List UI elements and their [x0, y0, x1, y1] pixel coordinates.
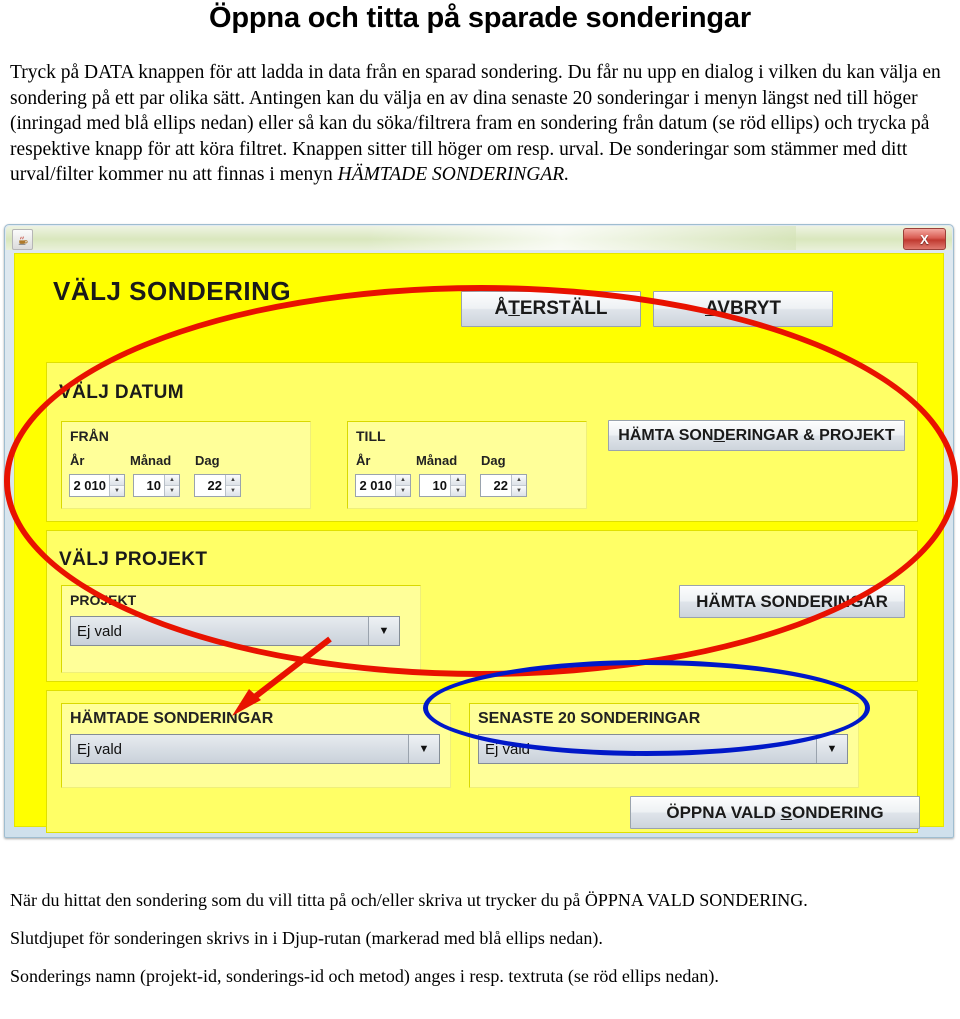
spinner-up-icon[interactable]: ▲	[226, 475, 240, 486]
from-month-spinner[interactable]: 10 ▲ ▼	[133, 474, 180, 497]
to-year-label: År	[356, 453, 371, 468]
to-date-group: TILL År Månad Dag 2 010 ▲ ▼ 10 ▲ ▼ 22 ▲ ▼	[347, 421, 587, 509]
result-section-panel: HÄMTADE SONDERINGAR Ej vald ▼ SENASTE 20…	[46, 690, 920, 833]
from-month-stepper[interactable]: ▲ ▼	[164, 475, 179, 496]
recent-soundings-group: SENASTE 20 SONDERINGAR Ej vald ▼	[469, 703, 859, 788]
dialog-heading: VÄLJ SONDERING	[53, 276, 292, 306]
fetch-soundings-button[interactable]: HÄMTA SONDERINGAR	[679, 585, 905, 618]
spinner-down-icon[interactable]: ▼	[165, 486, 179, 496]
spinner-down-icon[interactable]: ▼	[512, 486, 526, 496]
project-section-panel: VÄLJ PROJEKT PROJEKT Ej vald ▼ HÄMTA SON…	[46, 530, 918, 682]
date-section-title: VÄLJ DATUM	[59, 382, 185, 403]
from-date-group: FRÅN År Månad Dag 2 010 ▲ ▼ 10 ▲ ▼ 22 ▲ ▼	[61, 421, 311, 509]
from-date-label: FRÅN	[70, 428, 109, 444]
from-year-spinner[interactable]: 2 010 ▲ ▼	[69, 474, 125, 497]
fetched-soundings-combobox[interactable]: Ej vald ▼	[70, 734, 440, 764]
open-selected-sounding-button[interactable]: ÖPPNA VALD SONDERING	[630, 796, 920, 829]
recent-soundings-combobox-value: Ej vald	[485, 740, 531, 758]
java-coffee-cup-icon	[12, 229, 33, 250]
from-month-label: Månad	[130, 453, 172, 468]
reset-button-label: ÅTERSTÄLL	[494, 298, 608, 319]
chevron-down-icon[interactable]: ▼	[408, 735, 439, 763]
from-day-label: Dag	[195, 453, 220, 468]
to-month-stepper[interactable]: ▲ ▼	[450, 475, 465, 496]
cancel-button[interactable]: AVBRYT	[653, 291, 833, 327]
close-icon[interactable]: X	[903, 228, 946, 250]
intro-italic-text: HÄMTADE SONDERINGAR.	[337, 164, 570, 185]
spinner-down-icon[interactable]: ▼	[110, 486, 124, 496]
to-date-label: TILL	[356, 428, 386, 444]
fetch-soundings-and-projects-label: HÄMTA SONDERINGAR & PROJEKT	[618, 426, 895, 444]
fetched-soundings-label: HÄMTADE SONDERINGAR	[70, 710, 274, 727]
outro-text: När du hittat den sondering som du vill …	[10, 888, 950, 1002]
titlebar-gloss	[366, 226, 796, 250]
velj-sondering-dialog: X VÄLJ SONDERING ÅTERSTÄLL AVBRYT VÄLJ D…	[4, 224, 954, 838]
spinner-up-icon[interactable]: ▲	[110, 475, 124, 486]
chevron-down-icon[interactable]: ▼	[368, 617, 399, 645]
to-year-value: 2 010	[356, 475, 395, 496]
to-year-stepper[interactable]: ▲ ▼	[395, 475, 410, 496]
page-root: Öppna och titta på sparade sonderingar T…	[0, 0, 960, 1019]
dialog-titlebar[interactable]: X	[6, 226, 952, 250]
page-title: Öppna och titta på sparade sonderingar	[209, 2, 751, 34]
to-day-stepper[interactable]: ▲ ▼	[511, 475, 526, 496]
project-group-label: PROJEKT	[70, 592, 137, 608]
cancel-button-label: AVBRYT	[704, 298, 781, 319]
spinner-down-icon[interactable]: ▼	[451, 486, 465, 496]
recent-soundings-combobox[interactable]: Ej vald ▼	[478, 734, 848, 764]
from-year-stepper[interactable]: ▲ ▼	[109, 475, 124, 496]
outro-paragraph-1: När du hittat den sondering som du vill …	[10, 890, 808, 910]
to-month-spinner[interactable]: 10 ▲ ▼	[419, 474, 466, 497]
fetch-soundings-label: HÄMTA SONDERINGAR	[696, 591, 888, 611]
from-year-label: År	[70, 453, 85, 468]
from-day-spinner[interactable]: 22 ▲ ▼	[194, 474, 241, 497]
fetched-soundings-group: HÄMTADE SONDERINGAR Ej vald ▼	[61, 703, 451, 788]
open-selected-sounding-label: ÖPPNA VALD SONDERING	[666, 802, 884, 822]
to-month-value: 10	[420, 475, 450, 496]
from-month-value: 10	[134, 475, 164, 496]
project-combobox[interactable]: Ej vald ▼	[70, 616, 400, 646]
intro-paragraph: Tryck på DATA knappen för att ladda in d…	[10, 60, 950, 188]
spinner-down-icon[interactable]: ▼	[396, 486, 410, 496]
from-year-value: 2 010	[70, 475, 109, 496]
to-month-label: Månad	[416, 453, 458, 468]
chevron-down-icon[interactable]: ▼	[816, 735, 847, 763]
to-day-spinner[interactable]: 22 ▲ ▼	[480, 474, 527, 497]
spinner-up-icon[interactable]: ▲	[165, 475, 179, 486]
reset-button[interactable]: ÅTERSTÄLL	[461, 291, 641, 327]
spinner-up-icon[interactable]: ▲	[396, 475, 410, 486]
project-combobox-value: Ej vald	[77, 622, 123, 640]
to-day-label: Dag	[481, 453, 506, 468]
fetched-soundings-combobox-value: Ej vald	[77, 740, 123, 758]
spinner-down-icon[interactable]: ▼	[226, 486, 240, 496]
spinner-up-icon[interactable]: ▲	[451, 475, 465, 486]
spinner-up-icon[interactable]: ▲	[512, 475, 526, 486]
recent-soundings-label: SENASTE 20 SONDERINGAR	[478, 710, 701, 727]
to-year-spinner[interactable]: 2 010 ▲ ▼	[355, 474, 411, 497]
from-day-value: 22	[195, 475, 225, 496]
to-day-value: 22	[481, 475, 511, 496]
date-section-panel: VÄLJ DATUM FRÅN År Månad Dag 2 010 ▲ ▼ 10…	[46, 362, 918, 522]
outro-paragraph-3: Sonderings namn (projekt-id, sonderings-…	[10, 966, 719, 986]
from-day-stepper[interactable]: ▲ ▼	[225, 475, 240, 496]
project-section-title: VÄLJ PROJEKT	[59, 549, 208, 570]
fetch-soundings-and-projects-button[interactable]: HÄMTA SONDERINGAR & PROJEKT	[608, 420, 905, 451]
outro-paragraph-2: Slutdjupet för sonderingen skrivs in i D…	[10, 928, 603, 948]
project-group: PROJEKT Ej vald ▼	[61, 585, 421, 673]
dialog-client-area: VÄLJ SONDERING ÅTERSTÄLL AVBRYT VÄLJ DAT…	[14, 253, 944, 833]
